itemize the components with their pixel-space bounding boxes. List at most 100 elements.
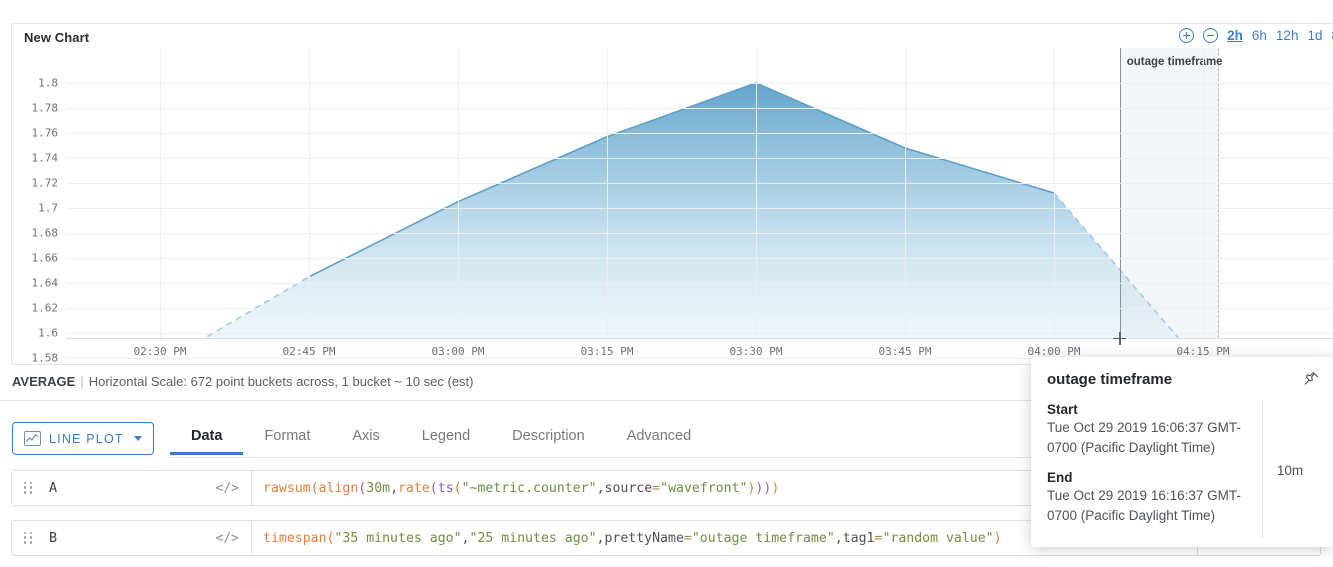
- range-option-6h[interactable]: 6h: [1252, 28, 1267, 43]
- code-token: "25 minutes ago": [469, 530, 597, 546]
- tab-axis[interactable]: Axis: [331, 422, 400, 455]
- code-token: (: [429, 480, 438, 496]
- code-token: "wavefront": [660, 480, 748, 496]
- code-token: ): [747, 480, 756, 496]
- gridline-horizontal: [66, 133, 1333, 134]
- tab-legend[interactable]: Legend: [401, 422, 491, 455]
- tab-advanced[interactable]: Advanced: [606, 422, 713, 455]
- code-token: rawsum: [263, 480, 311, 496]
- range-option-2h[interactable]: 2h: [1227, 28, 1243, 43]
- y-axis-tick: 1.66: [31, 251, 59, 265]
- y-axis-labels: 1.8 1.78 1.76 1.74 1.72 1.7 1.68 1.66 1.64 1.62 1.…: [12, 48, 64, 365]
- code-token: ,: [596, 480, 605, 496]
- aggregation-mode: AVERAGE: [12, 374, 76, 389]
- code-token: 30m: [366, 480, 391, 496]
- chart-title: New Chart: [24, 30, 90, 45]
- code-token: "random value": [882, 530, 994, 546]
- plot-area[interactable]: 1.8 1.78 1.76 1.74 1.72 1.7 1.68 1.66 1.64 1.62 1.…: [12, 48, 1333, 366]
- y-axis-tick: 1.64: [31, 276, 59, 290]
- tab-data[interactable]: Data: [170, 422, 244, 455]
- gridline-horizontal: [66, 283, 1333, 284]
- code-toggle-icon[interactable]: </>: [216, 531, 239, 546]
- code-token: "35 minutes ago": [334, 530, 462, 546]
- drag-handle-icon[interactable]: [24, 481, 33, 495]
- gridline-horizontal: [66, 208, 1333, 209]
- crosshair-marker: [1113, 331, 1127, 345]
- x-axis-tick: 03:45 PM: [878, 345, 932, 358]
- tooltip-duration: 10m: [1276, 462, 1304, 478]
- tooltip-end-label: End: [1047, 470, 1073, 486]
- code-token: ,: [461, 530, 470, 546]
- gridline-horizontal: [66, 308, 1333, 309]
- gridline-vertical: [458, 48, 459, 338]
- zoom-in-icon[interactable]: [1179, 28, 1195, 43]
- code-token: (: [358, 480, 367, 496]
- code-token: prettyName: [604, 530, 684, 546]
- y-axis-tick: 1.6: [38, 326, 58, 340]
- line-chart-icon: [24, 431, 41, 446]
- horizontal-scale-text: Horizontal Scale: 672 point buckets acro…: [88, 374, 474, 389]
- tooltip-end-value: Tue Oct 29 2019 16:16:37 GMT-0700 (Pacif…: [1047, 488, 1241, 523]
- tooltip-start-value: Tue Oct 29 2019 16:06:37 GMT-0700 (Pacif…: [1047, 420, 1241, 455]
- code-token: timespan: [263, 530, 327, 546]
- range-option-12h[interactable]: 12h: [1276, 28, 1299, 43]
- chevron-down-icon: [133, 436, 142, 441]
- code-token: source: [604, 480, 653, 496]
- query-letter: B: [49, 530, 58, 546]
- code-token: (: [310, 480, 319, 496]
- gridline-vertical: [160, 48, 161, 338]
- gridline-horizontal: [66, 183, 1333, 184]
- code-toggle-icon[interactable]: </>: [216, 481, 239, 496]
- y-axis-tick: 1.72: [31, 176, 59, 190]
- code-token: ): [763, 480, 772, 496]
- gridline-horizontal: [66, 233, 1333, 234]
- code-token: ): [771, 480, 780, 496]
- y-axis-tick: 1.78: [31, 101, 59, 115]
- status-separator: |: [80, 374, 84, 389]
- zoom-out-icon[interactable]: [1203, 28, 1219, 43]
- annotation-tooltip: outage timeframe Start Tue Oct 29 2019 1…: [1031, 357, 1333, 547]
- series-line-plot: [160, 82, 1203, 338]
- code-token: ,: [596, 530, 605, 546]
- tab-description[interactable]: Description: [491, 422, 606, 455]
- gridline-horizontal: [66, 83, 1333, 84]
- x-axis-tick: 03:00 PM: [431, 345, 485, 358]
- plot-type-label: LINE PLOT: [49, 431, 124, 446]
- code-token: "outage timeframe": [691, 530, 835, 546]
- drag-handle-icon[interactable]: [24, 531, 33, 545]
- gridline-horizontal: [66, 158, 1333, 159]
- y-axis-tick: 1.58: [31, 351, 59, 365]
- x-axis-tick: 03:30 PM: [729, 345, 783, 358]
- wavefront-chart-editor: New Chart 2h 6h 12h 1d 8 1.8 1.78 1.76 1.74…: [0, 0, 1333, 567]
- range-option-1d[interactable]: 1d: [1307, 28, 1322, 43]
- y-axis-tick: 1.74: [31, 151, 59, 165]
- code-token: ): [993, 530, 1002, 546]
- pin-icon[interactable]: [1303, 371, 1319, 387]
- plot-grid: outage timeframe: [66, 48, 1333, 359]
- query-letter: A: [49, 480, 58, 496]
- gridline-vertical: [607, 48, 608, 338]
- tooltip-title: outage timeframe: [1047, 371, 1173, 388]
- gridline-horizontal: [66, 258, 1333, 259]
- time-range-controls: 2h 6h 12h 1d 8: [1179, 28, 1333, 43]
- query-row-header: B </>: [12, 521, 252, 555]
- tab-format[interactable]: Format: [243, 422, 331, 455]
- gridline-vertical: [1054, 48, 1055, 338]
- y-axis-tick: 1.7: [38, 201, 58, 215]
- gridline-vertical: [309, 48, 310, 338]
- chart-card: New Chart 2h 6h 12h 1d 8 1.8 1.78 1.76 1.74…: [11, 23, 1333, 365]
- settings-tabs: Data Format Axis Legend Description Advanced: [170, 422, 712, 458]
- y-axis-tick: 1.68: [31, 226, 59, 240]
- cursor-line: [1119, 48, 1121, 338]
- code-token: rate: [398, 480, 430, 496]
- tooltip-body: Start Tue Oct 29 2019 16:06:37 GMT-0700 …: [1047, 402, 1317, 539]
- x-axis-tick: 02:45 PM: [282, 345, 336, 358]
- gridline-horizontal: [66, 108, 1333, 109]
- code-token: tag1: [842, 530, 875, 546]
- y-axis-tick: 1.62: [31, 301, 59, 315]
- tooltip-start-label: Start: [1047, 402, 1078, 417]
- plot-type-selector[interactable]: LINE PLOT: [12, 422, 154, 455]
- gridline-vertical: [756, 48, 757, 338]
- active-tab-underline: [170, 452, 244, 455]
- x-axis-tick: 03:15 PM: [580, 345, 634, 358]
